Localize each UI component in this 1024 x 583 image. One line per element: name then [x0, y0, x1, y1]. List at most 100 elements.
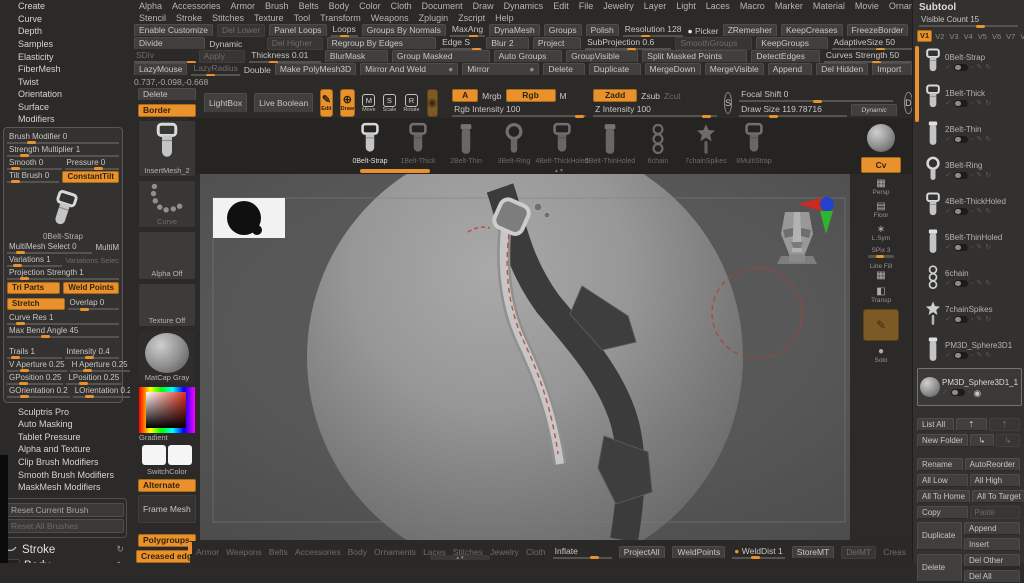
list-all-button[interactable]: List All — [917, 418, 954, 431]
sidebar-item-twist[interactable]: Twist — [0, 76, 130, 89]
menu-weapons[interactable]: Weapons — [366, 13, 414, 23]
edge-s-slider[interactable]: Edge S — [440, 37, 483, 50]
stretch-button[interactable]: Stretch — [7, 298, 65, 311]
menu-tool[interactable]: Tool — [289, 13, 316, 23]
menu-color[interactable]: Color — [354, 1, 386, 11]
floor-button[interactable]: ▤ Floor — [874, 201, 889, 219]
brush-thumb-0[interactable]: 0Belt-Strap — [346, 122, 394, 165]
move-out-folder-button[interactable]: ↳ — [995, 434, 1020, 447]
tab-v3[interactable]: V3 — [947, 32, 960, 41]
tab-v5[interactable]: V5 — [976, 32, 989, 41]
menu-armor[interactable]: Armor — [226, 1, 261, 11]
all-to-target-button[interactable]: All To Target — [971, 490, 1024, 503]
project-button[interactable]: Project — [532, 37, 582, 50]
local-symmetry-button[interactable]: ∗ L.Sym — [872, 224, 890, 242]
menu-macro[interactable]: Macro — [735, 1, 770, 11]
menu-brush[interactable]: Brush — [260, 1, 294, 11]
subtool-scrollbar[interactable] — [915, 46, 919, 122]
weld-points-button[interactable]: Weld Points — [63, 282, 119, 295]
projection-strength-slider[interactable]: Projection Strength 1 — [7, 268, 119, 281]
brush-thumb-7[interactable]: 7chainSpikes — [682, 122, 730, 165]
sidebar-item-maskmesh-modifiers[interactable]: MaskMesh Modifiers — [0, 481, 130, 494]
visibility-toggle[interactable] — [950, 389, 965, 396]
solo-button[interactable]: ● Solo — [874, 346, 887, 364]
alpha-thumb[interactable]: Alpha Off — [138, 231, 196, 280]
visibility-toggle[interactable] — [953, 280, 968, 287]
eye-icon[interactable]: ◉ — [973, 388, 981, 397]
delete-subtool-button[interactable]: Delete — [917, 554, 962, 582]
brush-thumb-6[interactable]: 6chain — [634, 122, 682, 165]
brush-modifier-slider[interactable]: Brush Modifier 0 — [7, 132, 119, 145]
brush-thumb-3[interactable]: 3Belt-Ring — [490, 122, 538, 165]
dynamic-label[interactable]: Dynamic — [209, 39, 263, 49]
visibility-toggle[interactable] — [953, 100, 968, 107]
switch-color[interactable]: SwitchColor — [139, 445, 195, 476]
delete-button[interactable]: Delete — [138, 88, 196, 101]
main-color-swatch[interactable] — [141, 445, 166, 465]
tilt-brush-slider[interactable]: Tilt Brush 0 — [7, 171, 60, 184]
bottom-menu-weapons[interactable]: Weapons — [226, 547, 262, 557]
mirror-button[interactable]: Mirror ● — [462, 63, 540, 76]
modifiers-header[interactable]: Modifiers — [0, 113, 130, 124]
menu-document[interactable]: Document — [417, 1, 468, 11]
freezeborder-button[interactable]: FreezeBorder — [846, 24, 909, 37]
viewport-canvas[interactable] — [200, 174, 850, 540]
menu-jewelry[interactable]: Jewelry — [598, 1, 639, 11]
border-button[interactable]: Border — [138, 104, 196, 117]
del-other-button[interactable]: Del Other — [964, 554, 1020, 567]
dynamic-draw-size-button[interactable]: Dynamic — [851, 104, 898, 117]
mirror-and-weld-button[interactable]: Mirror And Weld ● — [360, 63, 459, 76]
copy-button[interactable]: Copy — [917, 506, 968, 519]
bottom-menu-cloth[interactable]: Cloth — [526, 547, 546, 557]
dynamesh-button[interactable]: DynaMesh — [489, 24, 540, 37]
subtool-row-7[interactable]: 7chainSpikes ✓ ▫ ✎ ↻ — [921, 296, 1022, 332]
brush-thumb-1[interactable]: 1Belt-Thick — [394, 122, 442, 165]
sidebar-item-samples[interactable]: Samples — [0, 38, 130, 51]
maxang-slider[interactable]: MaxAng — [449, 24, 486, 37]
brush-thumb-5[interactable]: 5Belt-ThinHoled — [585, 122, 635, 165]
lightbox-button[interactable]: LightBox — [204, 93, 248, 113]
bottom-menu-armor[interactable]: Armor — [196, 547, 219, 557]
polish-button[interactable]: Polish — [585, 24, 619, 37]
stroke-type-thumb[interactable]: Curve — [138, 180, 196, 228]
bottom-menu-ornaments[interactable]: Ornaments — [374, 547, 416, 557]
menu-layer[interactable]: Layer — [639, 1, 672, 11]
bottom-menu-jewelry[interactable]: Jewelry — [490, 547, 519, 557]
sdiv-slider[interactable]: SDiv — [134, 50, 197, 63]
sidebar-item-alpha-and-texture[interactable]: Alpha and Texture — [0, 443, 130, 456]
draw-size-slider[interactable]: Draw Size 119.78716 — [739, 104, 848, 118]
subtool-row-8[interactable]: PM3D_Sphere3D1 ✓ ▫ ✎ ↻ — [921, 332, 1022, 368]
mrgb-label[interactable]: Mrgb — [482, 91, 501, 101]
subtool-row-6[interactable]: 6chain ✓ ▫ ✎ ↻ — [921, 260, 1022, 296]
all-high-button[interactable]: All High — [969, 474, 1020, 487]
line-fill-button[interactable]: Line Fill ▦ — [870, 263, 892, 281]
auto-groups-button[interactable]: Auto Groups — [493, 50, 563, 63]
max-bend-angle-slider[interactable]: Max Bend Angle 45 — [7, 326, 119, 339]
projectall-button[interactable]: ProjectAll — [618, 545, 666, 559]
spix-slider[interactable]: SPix 3 — [868, 247, 894, 258]
thickness-slider[interactable]: Thickness 0.01 — [249, 50, 321, 63]
scale-button[interactable]: S Scale — [383, 90, 396, 116]
menu-texture[interactable]: Texture — [249, 13, 289, 23]
visibility-toggle[interactable] — [953, 136, 968, 143]
gposition-slider[interactable]: GPosition 0.25 — [7, 373, 64, 386]
a-button[interactable]: A — [452, 89, 479, 102]
sidebar-item-tablet-pressure[interactable]: Tablet Pressure — [0, 431, 130, 444]
matcap-thumb[interactable]: MatCap Gray — [138, 330, 196, 384]
welddist-slider[interactable]: ● WeldDist 1 — [732, 546, 785, 559]
keepgroups-button[interactable]: KeepGroups — [756, 37, 828, 50]
belt-strap-model[interactable] — [467, 183, 653, 540]
tab-v6[interactable]: V6 — [990, 32, 1003, 41]
render-preview-thumb[interactable] — [867, 124, 895, 152]
groups-by-normals-button[interactable]: Groups By Normals — [361, 24, 446, 37]
current-brush-preview[interactable]: 0Belt-Strap — [7, 183, 119, 241]
canvas-h-scrollbar[interactable]: ▲▼ — [430, 555, 490, 560]
visible-count-slider[interactable]: Visible Count 15 — [919, 14, 1018, 28]
all-low-button[interactable]: All Low — [917, 474, 968, 487]
v-aperture-slider[interactable]: V Aperture 0.25 — [7, 360, 67, 373]
inflate-slider[interactable]: Inflate — [552, 546, 612, 559]
sidebar-item-surface[interactable]: Surface — [0, 101, 130, 114]
append-button[interactable]: Append — [767, 63, 813, 76]
menu-material[interactable]: Material — [808, 1, 850, 11]
menu-stitches[interactable]: Stitches — [207, 13, 249, 23]
